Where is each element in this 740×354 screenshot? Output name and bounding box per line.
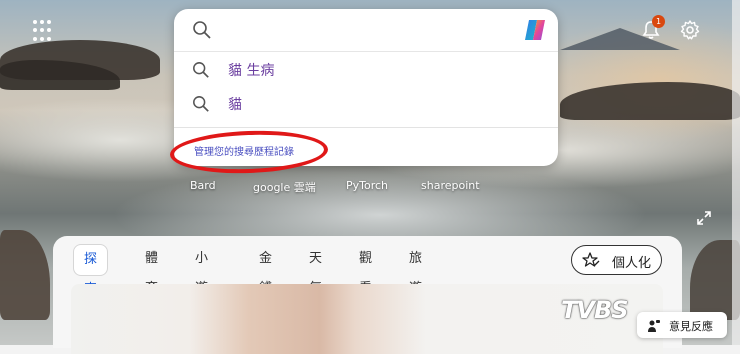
search-input[interactable] bbox=[222, 17, 506, 45]
tvbs-watermark: TVBS bbox=[561, 296, 629, 324]
gear-icon[interactable] bbox=[679, 19, 701, 41]
tab-weather[interactable]: 天氣 bbox=[309, 244, 322, 296]
search-suggestion[interactable]: 貓 生病 bbox=[174, 52, 558, 86]
divider bbox=[174, 127, 558, 128]
star-pen-icon bbox=[582, 252, 600, 272]
quick-link-label: sharepoint bbox=[421, 179, 480, 192]
personalize-label: 個人化 bbox=[612, 256, 652, 271]
scrollbar[interactable] bbox=[732, 0, 740, 345]
quick-link-google-drive[interactable]: google 雲端 bbox=[253, 179, 316, 195]
tab-money[interactable]: 金錢 bbox=[259, 244, 272, 296]
quick-link-pytorch[interactable]: PyTorch bbox=[346, 179, 388, 192]
tab-sports[interactable]: 體育 bbox=[145, 244, 158, 296]
tab-explore[interactable]: 探索 bbox=[73, 244, 109, 297]
tab-games[interactable]: 小遊戲 bbox=[195, 244, 208, 326]
feedback-label: 意見反應 bbox=[669, 320, 713, 333]
suggestion-text: 貓 bbox=[228, 97, 242, 113]
notification-badge: 1 bbox=[652, 15, 665, 28]
tab-watch[interactable]: 觀看 bbox=[359, 244, 372, 296]
rock-right bbox=[560, 82, 740, 120]
quick-link-label: PyTorch bbox=[346, 179, 389, 192]
rock-bottom-left bbox=[0, 230, 50, 320]
apps-grid-icon[interactable] bbox=[33, 20, 55, 42]
quick-link-label: Bard bbox=[190, 179, 216, 192]
personalize-button[interactable]: 個人化 bbox=[571, 245, 662, 275]
tab-travel[interactable]: 旅遊 bbox=[409, 244, 422, 296]
search-icon bbox=[192, 20, 212, 44]
suggestion-text: 貓 生病 bbox=[228, 63, 275, 79]
search-bar[interactable] bbox=[174, 9, 558, 52]
feedback-button[interactable]: 意見反應 bbox=[637, 312, 727, 338]
news-image[interactable]: TVBS bbox=[71, 284, 663, 354]
search-icon bbox=[192, 61, 210, 83]
search-suggestion[interactable]: 貓 bbox=[174, 86, 558, 120]
distant-mountain bbox=[560, 28, 680, 50]
feedback-icon bbox=[647, 318, 661, 337]
quick-link-bard[interactable]: Bard bbox=[190, 179, 216, 192]
quick-link-sharepoint[interactable]: sharepoint bbox=[421, 179, 480, 192]
search-icon bbox=[192, 95, 210, 117]
copilot-icon[interactable] bbox=[520, 15, 550, 45]
news-feed: 探索 體育 小遊戲 金錢 天氣 觀看 旅遊 個人化 TVBS bbox=[53, 236, 682, 354]
quick-link-label: google 雲端 bbox=[253, 181, 316, 194]
expand-icon[interactable] bbox=[696, 210, 712, 226]
